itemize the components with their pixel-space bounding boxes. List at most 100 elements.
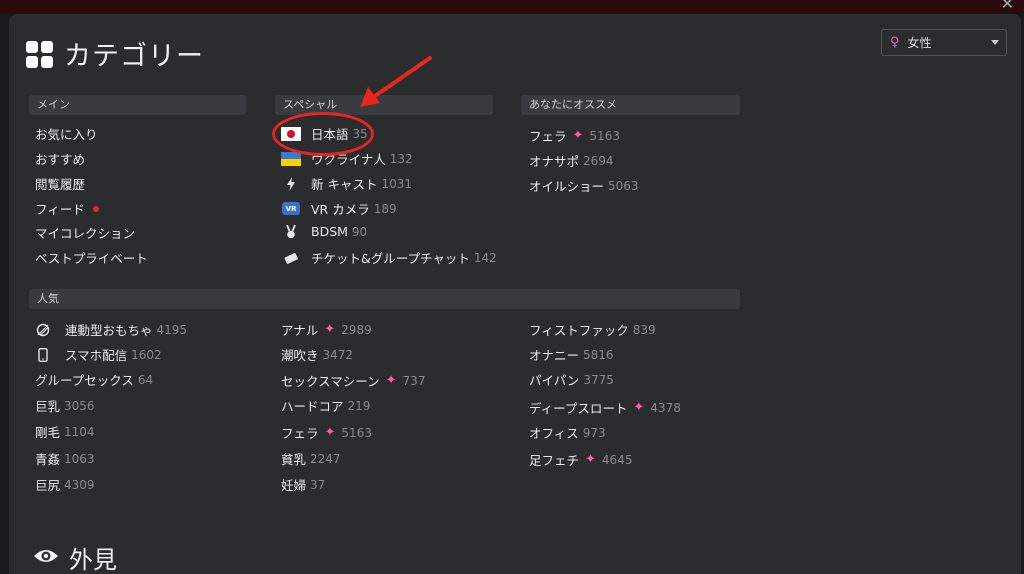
popular-item-fella[interactable]: フェラ ✦ 5163	[281, 423, 372, 442]
item-label: 剛毛	[35, 425, 61, 440]
special-item-new-cast[interactable]: 新 キャスト 1031	[281, 174, 412, 193]
item-count: 4195	[156, 322, 188, 337]
item-count: 219	[347, 398, 371, 413]
item-label: アナル	[281, 323, 319, 338]
popular-item-fisting[interactable]: フィストファック 839	[529, 320, 656, 339]
popular-item-small-breasts[interactable]: 貧乳 2247	[281, 449, 341, 468]
special-item-bdsm[interactable]: BDSM 90	[281, 224, 367, 239]
sparkle-icon: ✦	[585, 452, 596, 467]
item-label: スマホ配信	[65, 348, 128, 363]
vr-icon: VR	[281, 202, 301, 216]
sparkle-icon: ✦	[324, 322, 336, 337]
item-count: 64	[137, 372, 154, 387]
sparkle-icon: ✦	[572, 128, 584, 143]
item-count: 189	[373, 201, 397, 216]
main-item-recommended[interactable]: おすすめ	[35, 149, 85, 168]
ticket-icon	[281, 251, 301, 265]
popular-item-deepthroat[interactable]: ディープスロート ✦ 4378	[529, 398, 681, 417]
item-label: オフィス	[529, 426, 579, 441]
item-count: 1602	[131, 347, 162, 362]
item-count: 2247	[310, 451, 341, 466]
item-label: グループセックス	[35, 373, 134, 388]
item-label: 巨乳	[35, 399, 61, 414]
item-label: VR カメラ	[311, 202, 370, 217]
popular-item-squirt[interactable]: 潮吹き 3472	[281, 345, 353, 364]
popular-item-shaved[interactable]: パイパン 3775	[529, 370, 614, 389]
item-count: 973	[582, 425, 606, 440]
close-icon[interactable]: ✕	[1001, 0, 1014, 13]
popular-item-office[interactable]: オフィス 973	[529, 423, 606, 442]
sparkle-icon: ✦	[324, 425, 336, 440]
recommended-item-onasapo[interactable]: オナサポ 2694	[529, 151, 614, 170]
item-label: フィストファック	[529, 323, 629, 338]
item-count: 4309	[64, 477, 95, 492]
item-label: 連動型おもちゃ	[65, 323, 153, 338]
item-count: 3056	[64, 398, 95, 413]
appearance-title: 外見	[69, 546, 117, 574]
sparkle-icon: ✦	[385, 373, 397, 388]
grid-icon	[26, 40, 53, 68]
main-item-feed[interactable]: フィード	[35, 199, 99, 218]
main-item-best-private[interactable]: ベストプライベート	[35, 248, 148, 267]
page-title: カテゴリー	[26, 34, 204, 73]
main-item-favorites[interactable]: お気に入り	[35, 124, 98, 143]
item-label: ハードコア	[281, 399, 344, 414]
item-count: 5163	[589, 128, 620, 143]
popular-item-interactive-toys[interactable]: 連動型おもちゃ 4195	[35, 320, 187, 339]
sparkle-icon: ✦	[633, 400, 645, 415]
recommended-item-oil-show[interactable]: オイルショー 5063	[529, 176, 639, 195]
popular-item-smartphone-stream[interactable]: スマホ配信 1602	[35, 345, 162, 364]
popular-item-hardcore[interactable]: ハードコア 219	[281, 396, 370, 415]
popular-item-foot-fetish[interactable]: 足フェチ ✦ 4645	[529, 450, 632, 469]
item-label: 新 キャスト	[311, 177, 378, 192]
item-label: BDSM	[311, 224, 348, 239]
main-item-history[interactable]: 閲覧履歴	[35, 174, 85, 193]
item-label: セックスマシーン	[281, 374, 380, 389]
item-label: 潮吹き	[281, 348, 319, 363]
item-count: 1031	[381, 176, 413, 191]
notification-dot	[92, 205, 99, 212]
popular-item-group-sex[interactable]: グループセックス 64	[35, 370, 153, 389]
recommended-item-fella[interactable]: フェラ ✦ 5163	[529, 126, 620, 145]
item-count: 37	[310, 477, 326, 492]
chevron-down-icon	[991, 40, 999, 45]
toy-icon	[35, 323, 51, 337]
gender-select[interactable]: ♀ 女性	[881, 29, 1007, 56]
item-count: 2694	[583, 153, 614, 168]
item-label: オナニー	[529, 348, 580, 363]
item-count: 2989	[341, 322, 372, 337]
popular-item-big-butt[interactable]: 巨尻 4309	[35, 475, 95, 494]
item-label: パイパン	[529, 373, 580, 388]
item-count: 5063	[608, 178, 639, 193]
popular-item-hairy[interactable]: 剛毛 1104	[35, 422, 95, 441]
section-header-main: メイン	[29, 95, 246, 115]
item-count: 1063	[64, 451, 95, 466]
popular-item-pregnant[interactable]: 妊婦 37	[281, 475, 325, 494]
popular-item-outdoor[interactable]: 青姦 1063	[35, 449, 95, 468]
item-label: 閲覧履歴	[35, 177, 86, 192]
item-label: ベストプライベート	[35, 251, 148, 266]
bunny-icon	[281, 224, 301, 239]
popular-item-masturbation[interactable]: オナニー 5816	[529, 345, 614, 364]
window-top-strip	[0, 0, 1024, 14]
item-count: 4645	[601, 452, 633, 467]
special-item-ticket-group-chat[interactable]: チケット&グループチャット 142	[281, 248, 497, 267]
item-count: 90	[351, 224, 368, 239]
item-count: 142	[473, 250, 497, 265]
item-label: 巨尻	[35, 478, 61, 493]
popular-item-anal[interactable]: アナル ✦ 2989	[281, 320, 372, 339]
item-label: お気に入り	[35, 127, 98, 142]
section-header-recommended: あなたにオススメ	[521, 95, 740, 115]
popular-item-big-breasts[interactable]: 巨乳 3056	[35, 396, 95, 415]
item-label: おすすめ	[35, 152, 86, 167]
item-count: 1104	[64, 424, 95, 439]
popular-item-sex-machine[interactable]: セックスマシーン ✦ 737	[281, 371, 425, 390]
item-count: 3472	[322, 347, 354, 362]
item-count: 5163	[341, 425, 372, 440]
main-item-my-collection[interactable]: マイコレクション	[35, 223, 135, 242]
special-item-vr-camera[interactable]: VR VR カメラ 189	[281, 199, 397, 218]
female-symbol-icon: ♀	[890, 35, 900, 50]
page-title-text: カテゴリー	[64, 41, 204, 72]
item-label: マイコレクション	[35, 226, 136, 241]
item-label: 青姦	[35, 452, 61, 467]
